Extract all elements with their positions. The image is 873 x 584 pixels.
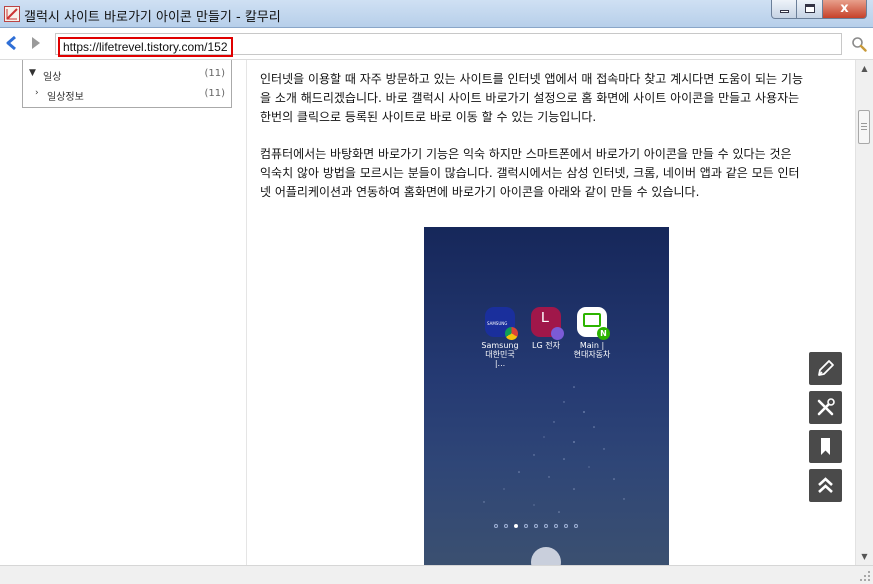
page-dot [564, 524, 568, 528]
category-item-ilsang-jeongbo[interactable]: › 일상정보 (11) [23, 86, 231, 104]
sidebar: ▼ 일상 (11) › 일상정보 (11) [0, 60, 247, 565]
samsung-shortcut-icon: SAMSUNG [485, 307, 518, 340]
naver-icon: N [597, 327, 610, 340]
scroll-down-arrow-icon[interactable]: ▼ [856, 548, 873, 565]
minimize-button[interactable] [771, 0, 797, 19]
forward-arrow-icon[interactable] [28, 35, 44, 51]
phone-screenshot-image: SAMSUNG Samsung 대한민국 |... L LG 전자 N Main… [424, 227, 669, 565]
shortcut-app-lg[interactable]: L LG 전자 [526, 307, 566, 350]
pen-icon [818, 360, 834, 376]
category-count: (11) [204, 68, 225, 79]
bookmark-icon [821, 438, 830, 455]
close-icon: x [840, 1, 849, 16]
scroll-top-icon [818, 477, 833, 493]
chevron-right-icon: › [35, 88, 39, 98]
article-paragraph: 인터넷을 이용할 때 자주 방문하고 있는 사이트를 인터넷 앱에서 매 접속마… [260, 72, 803, 124]
page-dot [574, 524, 578, 528]
page-dot [554, 524, 558, 528]
page-indicator [494, 524, 578, 528]
page-dot [524, 524, 528, 528]
settings-tools-button[interactable] [809, 391, 842, 424]
scroll-up-arrow-icon[interactable]: ▲ [856, 60, 873, 77]
app-label: Main | 현대자동차 [573, 341, 611, 359]
maximize-button[interactable] [797, 0, 823, 19]
window-title: 갤럭시 사이트 바로가기 아이콘 만들기 - 칼무리 [24, 10, 281, 25]
expand-arrow-icon[interactable]: ▼ [29, 68, 36, 78]
navigation-bar: https://lifetrevel.tistory.com/152 [0, 28, 873, 60]
article-body: 인터넷을 이용할 때 자주 방문하고 있는 사이트를 인터넷 앱에서 매 접속마… [260, 70, 832, 202]
shortcut-app-hyundai[interactable]: N Main | 현대자동차 [572, 307, 612, 359]
scroll-to-top-button[interactable] [809, 469, 842, 502]
close-button[interactable]: x [823, 0, 867, 19]
app-icon-text: SAMSUNG [487, 321, 508, 326]
window-controls: x [771, 0, 867, 20]
url-text[interactable]: https://lifetrevel.tistory.com/152 [58, 37, 233, 57]
page-dot [534, 524, 538, 528]
shortcut-app-samsung[interactable]: SAMSUNG Samsung 대한민국 |... [480, 307, 520, 368]
window-titlebar[interactable]: 갤럭시 사이트 바로가기 아이콘 만들기 - 칼무리 x [0, 0, 873, 28]
maximize-icon [805, 4, 815, 13]
app-label: Samsung 대한민국 |... [481, 341, 519, 368]
page-dot-active [514, 524, 518, 528]
page-content: ▼ 일상 (11) › 일상정보 (11) 인터넷을 이용할 때 자주 방문하고… [0, 60, 855, 565]
starfield-decoration [483, 386, 625, 513]
bookmark-button[interactable] [809, 430, 842, 463]
minimize-icon [780, 10, 789, 13]
app-label: LG 전자 [532, 341, 560, 350]
app-icon [4, 6, 20, 22]
category-item-ilsang[interactable]: ▼ 일상 (11) [23, 66, 231, 84]
chrome-icon [505, 327, 518, 340]
category-count: (11) [204, 88, 225, 99]
page-dot [494, 524, 498, 528]
resize-grip-icon[interactable] [859, 570, 871, 582]
lg-shortcut-icon: L [531, 307, 564, 340]
back-arrow-icon[interactable] [4, 35, 20, 51]
samsung-internet-icon [551, 327, 564, 340]
app-icon-letter: L [541, 309, 550, 326]
vertical-scrollbar[interactable]: ▲ ▼ [855, 60, 873, 565]
write-post-button[interactable] [809, 352, 842, 385]
browser-window-icon [583, 313, 601, 327]
tools-icon [817, 398, 835, 416]
category-label[interactable]: 일상정보 [47, 88, 84, 103]
magnifier-icon[interactable] [851, 36, 867, 52]
category-label[interactable]: 일상 [43, 68, 61, 83]
address-bar[interactable]: https://lifetrevel.tistory.com/152 [55, 33, 842, 57]
hyundai-shortcut-icon: N [577, 307, 610, 340]
page-dot [504, 524, 508, 528]
status-bar [0, 565, 873, 584]
category-box: ▼ 일상 (11) › 일상정보 (11) [22, 60, 232, 108]
scrollbar-thumb[interactable] [858, 110, 870, 144]
page-dot [544, 524, 548, 528]
article-paragraph: 컴퓨터에서는 바탕화면 바로가기 기능은 익숙 하지만 스마트폰에서 바로가기 … [260, 147, 800, 199]
